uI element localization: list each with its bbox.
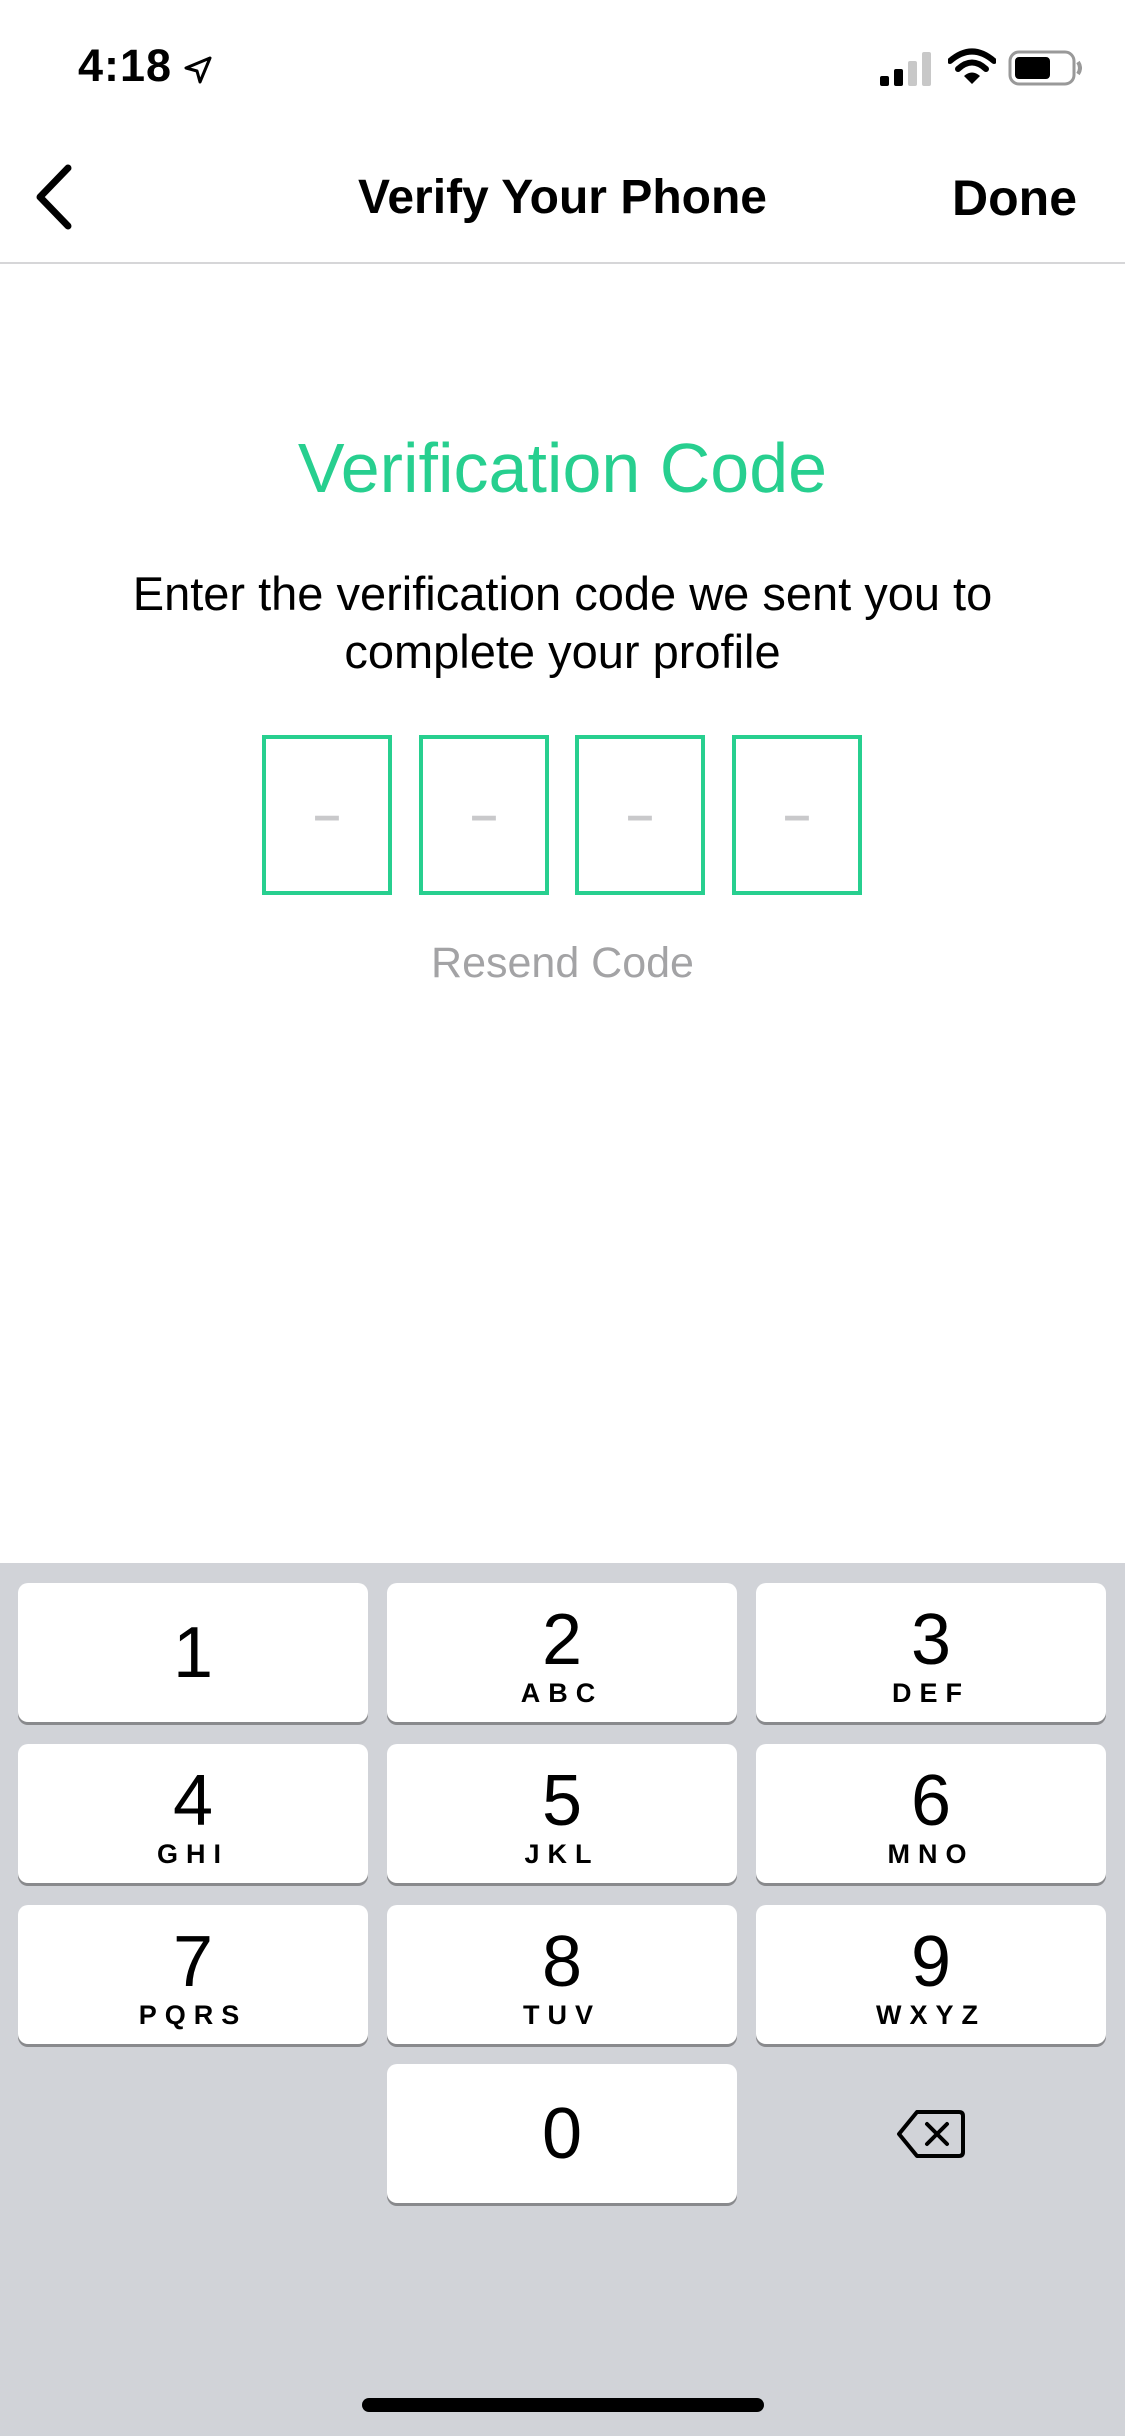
instructions-text: Enter the verification code we sent you …: [132, 567, 993, 678]
key-9[interactable]: 9 WXYZ: [756, 1905, 1106, 2044]
code-digit-input[interactable]: –: [262, 735, 392, 895]
key-digit: 5: [541, 1761, 583, 1841]
key-2[interactable]: 2 ABC: [387, 1583, 737, 1722]
code-digit-input[interactable]: –: [732, 735, 862, 895]
key-letters: PQRS: [138, 2000, 248, 2030]
key-5[interactable]: 5 JKL: [387, 1744, 737, 1883]
code-input-group: – – – –: [262, 735, 864, 895]
cellular-signal-icon: [880, 52, 931, 86]
wifi-icon: [948, 48, 996, 84]
location-arrow-icon: [184, 56, 212, 84]
code-digit-input[interactable]: –: [575, 735, 705, 895]
key-digit: 9: [910, 1922, 952, 2002]
code-digit-input[interactable]: –: [419, 735, 549, 895]
delete-key[interactable]: [756, 2064, 1106, 2203]
key-digit: 2: [541, 1600, 583, 1680]
key-7[interactable]: 7 PQRS: [18, 1905, 368, 2044]
key-8[interactable]: 8 TUV: [387, 1905, 737, 2044]
key-digit: 6: [910, 1761, 952, 1841]
key-digit: 0: [541, 2094, 583, 2174]
key-digit: 7: [172, 1922, 214, 2002]
status-time: 4:18: [78, 40, 173, 91]
key-letters: MNO: [887, 1839, 975, 1869]
key-letters: GHI: [156, 1839, 229, 1869]
verification-heading: Verification Code: [297, 429, 828, 507]
key-digit: 4: [172, 1761, 214, 1841]
key-4[interactable]: 4 GHI: [18, 1744, 368, 1883]
status-bar: 4:18: [0, 0, 1125, 132]
key-1[interactable]: 1: [18, 1583, 368, 1722]
resend-code-link[interactable]: Resend Code: [0, 937, 1125, 989]
numeric-keypad: 1 2 ABC 3 DEF 4 GHI 5 JKL 6 MNO 7 PQRS 8…: [0, 1563, 1125, 2436]
done-button[interactable]: Done: [952, 170, 1077, 226]
key-digit: 3: [910, 1600, 952, 1680]
key-letters: ABC: [520, 1678, 604, 1708]
key-letters: DEF: [892, 1678, 970, 1708]
key-3[interactable]: 3 DEF: [756, 1583, 1106, 1722]
key-digit: 1: [172, 1613, 214, 1693]
key-letters: WXYZ: [876, 2000, 986, 2030]
navigation-bar: Verify Your Phone Done: [0, 132, 1125, 264]
backspace-icon: [897, 2109, 965, 2158]
key-6[interactable]: 6 MNO: [756, 1744, 1106, 1883]
key-0[interactable]: 0: [387, 2064, 737, 2203]
key-letters: JKL: [524, 1839, 600, 1869]
key-digit: 8: [541, 1922, 583, 2002]
key-letters: TUV: [523, 2000, 601, 2030]
battery-icon: [1008, 50, 1082, 86]
home-indicator: [362, 2398, 764, 2412]
